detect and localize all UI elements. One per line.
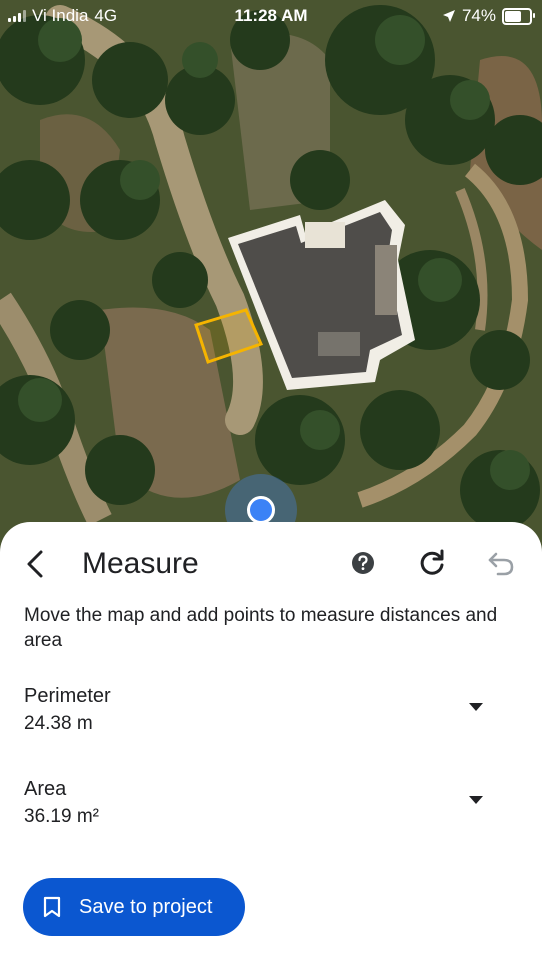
location-arrow-icon xyxy=(442,10,455,22)
help-icon[interactable] xyxy=(350,550,376,576)
back-button[interactable] xyxy=(14,544,54,584)
chevron-down-icon[interactable] xyxy=(464,787,488,811)
bookmark-icon xyxy=(43,896,61,918)
save-button-label: Save to project xyxy=(79,895,213,918)
battery-icon xyxy=(502,7,535,25)
status-right: 74% xyxy=(442,6,535,26)
sheet-header: Measure xyxy=(0,522,542,606)
perimeter-label: Perimeter xyxy=(24,685,111,707)
area-value: 36.19 m² xyxy=(24,806,99,827)
undo-icon[interactable] xyxy=(484,546,518,580)
sheet-title: Measure xyxy=(82,547,199,580)
battery-fill xyxy=(505,10,522,22)
instructions-text: Move the map and add points to measure d… xyxy=(24,605,498,651)
perimeter-row[interactable]: Perimeter 24.38 m xyxy=(24,682,518,738)
area-row[interactable]: Area 36.19 m² xyxy=(24,775,518,831)
current-location-icon[interactable] xyxy=(247,496,275,524)
chevron-down-icon[interactable] xyxy=(464,694,488,718)
battery-percent: 74% xyxy=(461,6,496,25)
save-to-project-button[interactable]: Save to project xyxy=(23,878,245,936)
perimeter-value: 24.38 m xyxy=(24,713,93,734)
measure-sheet: Measure Move the map and add points to m… xyxy=(0,522,542,965)
status-bar: Vi India 4G 11:28 AM 74% xyxy=(0,0,542,32)
area-label: Area xyxy=(24,778,67,800)
back-arrow-icon xyxy=(27,550,43,578)
refresh-icon[interactable] xyxy=(415,546,449,580)
